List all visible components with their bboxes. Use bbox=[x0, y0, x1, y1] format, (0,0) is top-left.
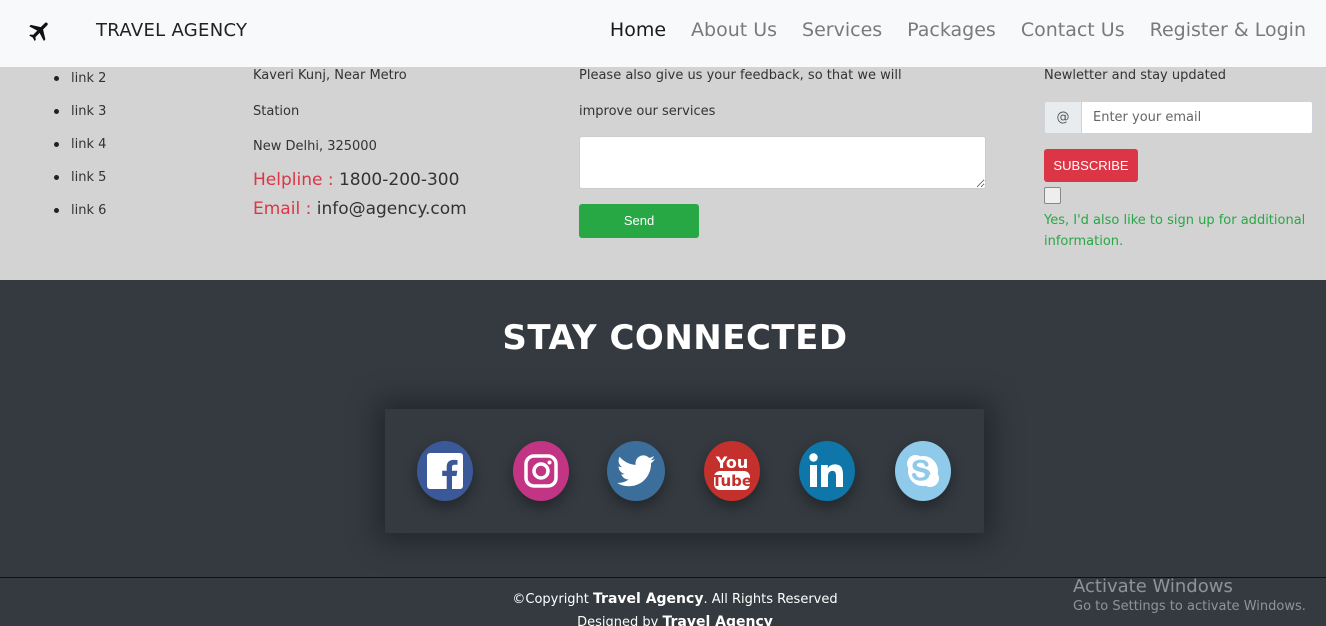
instagram-icon[interactable] bbox=[513, 441, 569, 501]
contact-section: link 2 link 3 link 4 link 5 link 6 Kaver… bbox=[0, 67, 1326, 280]
feedback-text: Please also give us your feedback, so th… bbox=[579, 68, 902, 83]
helpline: Helpline : 1800-200-300 bbox=[253, 170, 459, 190]
social-icons-panel: You Tube bbox=[385, 409, 984, 533]
quick-link[interactable]: link 6 bbox=[54, 203, 106, 236]
quick-link[interactable]: link 4 bbox=[54, 137, 106, 170]
newsletter-text: Newletter and stay updated bbox=[1044, 68, 1226, 83]
airplane-icon[interactable] bbox=[27, 18, 53, 44]
address-line: Kaveri Kunj, Near Metro bbox=[253, 68, 407, 83]
send-button[interactable]: Send bbox=[579, 204, 699, 238]
nav-contact-us[interactable]: Contact Us bbox=[1021, 19, 1125, 41]
nav-register-login[interactable]: Register & Login bbox=[1150, 19, 1306, 41]
email-input-group: @ bbox=[1044, 101, 1313, 134]
helpline-value: 1800-200-300 bbox=[338, 170, 460, 190]
signup-checkbox[interactable] bbox=[1044, 187, 1061, 204]
brand-name[interactable]: TRAVEL AGENCY bbox=[96, 20, 247, 41]
quick-link[interactable]: link 3 bbox=[54, 104, 106, 137]
email-contact: Email : info@agency.com bbox=[253, 199, 467, 219]
copyright-suffix: . All Rights Reserved bbox=[703, 592, 838, 607]
feedback-textarea[interactable] bbox=[579, 136, 986, 189]
copyright-prefix: ©Copyright bbox=[512, 592, 589, 607]
svg-text:Tube: Tube bbox=[712, 472, 752, 490]
signup-note: Yes, I'd also like to sign up for additi… bbox=[1044, 213, 1306, 249]
svg-text:You: You bbox=[715, 453, 749, 472]
address-line: Station bbox=[253, 104, 300, 119]
helpline-label: Helpline bbox=[253, 170, 323, 190]
activate-windows-watermark: Activate Windows Go to Settings to activ… bbox=[1073, 576, 1306, 614]
linkedin-icon[interactable] bbox=[799, 441, 855, 501]
quick-link[interactable]: link 2 bbox=[54, 71, 106, 104]
email-value[interactable]: info@agency.com bbox=[317, 199, 467, 219]
at-icon: @ bbox=[1044, 101, 1081, 134]
nav-packages[interactable]: Packages bbox=[907, 19, 996, 41]
nav-home[interactable]: Home bbox=[610, 19, 666, 41]
newsletter-email-input[interactable] bbox=[1081, 101, 1313, 134]
email-separator: : bbox=[305, 199, 312, 219]
navbar: TRAVEL AGENCY Home About Us Services Pac… bbox=[0, 0, 1326, 67]
skype-icon[interactable] bbox=[895, 441, 951, 501]
watermark-title: Activate Windows bbox=[1073, 576, 1233, 597]
designed-prefix: Designed by bbox=[577, 615, 659, 626]
helpline-separator: : bbox=[327, 170, 334, 190]
twitter-icon[interactable] bbox=[607, 441, 665, 501]
nav-menu: Home About Us Services Packages Contact … bbox=[610, 19, 1306, 41]
quick-links: link 2 link 3 link 4 link 5 link 6 bbox=[54, 71, 106, 236]
stay-connected-title: STAY CONNECTED bbox=[502, 318, 848, 358]
address-line: New Delhi, 325000 bbox=[253, 139, 377, 154]
nav-services[interactable]: Services bbox=[802, 19, 882, 41]
nav-about-us[interactable]: About Us bbox=[691, 19, 777, 41]
email-label: Email bbox=[253, 199, 301, 219]
designed-brand: Travel Agency bbox=[662, 614, 773, 626]
quick-link[interactable]: link 5 bbox=[54, 170, 106, 203]
watermark-subtitle: Go to Settings to activate Windows. bbox=[1073, 599, 1306, 614]
subscribe-button[interactable]: SUBSCRIBE bbox=[1044, 149, 1138, 182]
copyright-brand: Travel Agency bbox=[593, 591, 704, 607]
facebook-icon[interactable] bbox=[417, 441, 473, 501]
feedback-text: improve our services bbox=[579, 104, 716, 119]
youtube-icon[interactable]: You Tube bbox=[704, 441, 760, 501]
